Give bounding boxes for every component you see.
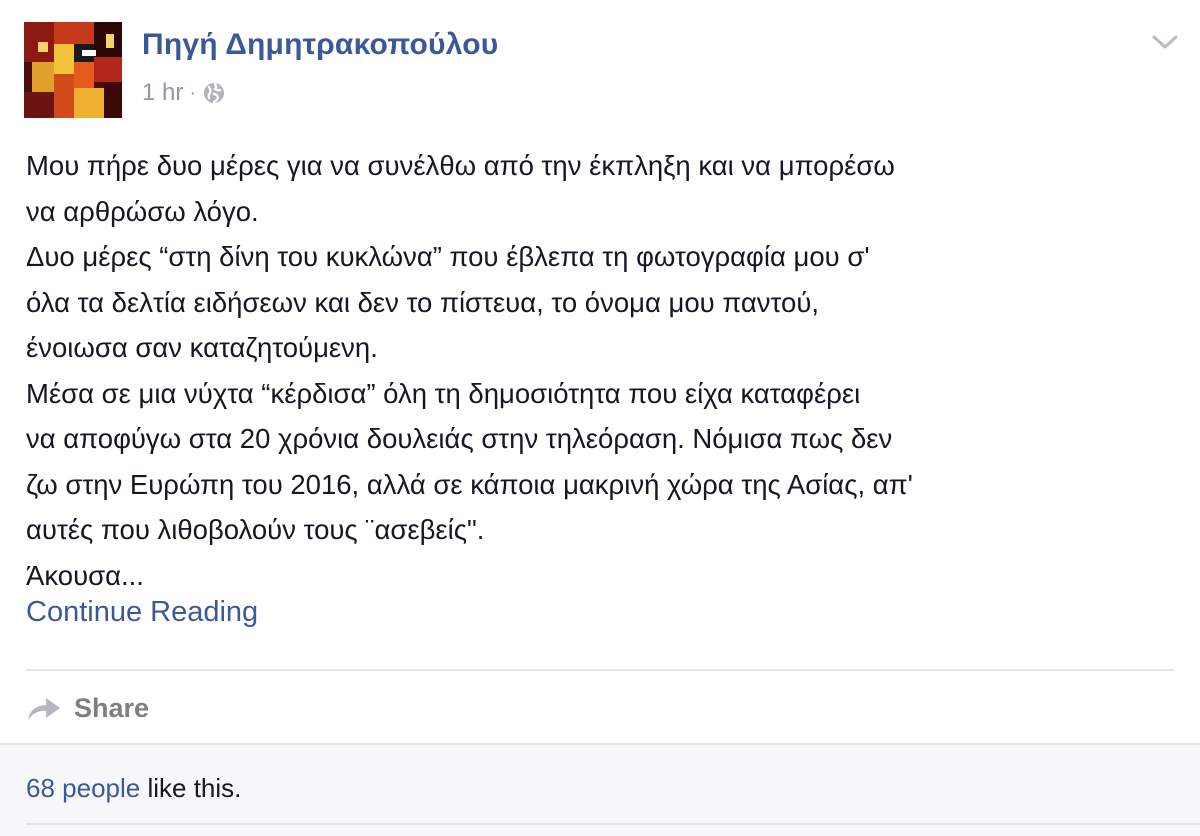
post-text-line: Μου πήρε δυο μέρες για να συνέλθω από τη… bbox=[26, 150, 895, 181]
continue-reading-link[interactable]: Continue Reading bbox=[26, 596, 258, 629]
post-meta: 1 hr · bbox=[142, 78, 226, 108]
profile-avatar[interactable] bbox=[24, 22, 122, 118]
post-text-line: Μέσα σε μια νύχτα “κέρδισα” όλη τη δημοσ… bbox=[26, 377, 861, 409]
post-text-line: αυτές που λιθοβολούν τους ¨ασεβείς". bbox=[26, 514, 485, 545]
likes-summary: 68 people like this. bbox=[26, 773, 241, 804]
meta-separator: · bbox=[189, 81, 197, 104]
action-divider bbox=[26, 669, 1174, 671]
post-text-line: Δυο μέρες “στη δίνη του κυκλώνα” που έβλ… bbox=[26, 241, 870, 272]
post-text-line: ένοιωσα σαν καταζητούμενη. bbox=[26, 332, 378, 363]
share-button[interactable]: Share bbox=[26, 690, 149, 726]
share-arrow-icon bbox=[28, 698, 60, 720]
chevron-down-icon[interactable] bbox=[1148, 30, 1182, 54]
likes-people-link[interactable]: 68 people bbox=[26, 773, 140, 803]
author-name[interactable]: Πηγή Δημητρακοπούλου bbox=[142, 28, 498, 62]
post-text-line: να αρθρώσω λόγο. bbox=[26, 195, 259, 227]
likes-divider bbox=[26, 823, 1200, 825]
post-timestamp[interactable]: 1 hr bbox=[142, 79, 183, 107]
likes-section: 68 people like this. bbox=[0, 743, 1200, 836]
globe-icon[interactable] bbox=[202, 81, 226, 105]
post-text-line: Άκουσα... bbox=[26, 559, 144, 591]
post-body: Μου πήρε δυο μέρες για να συνέλθω από τη… bbox=[26, 143, 1176, 598]
likes-suffix: like this. bbox=[140, 773, 242, 803]
post-text-line: να αποφύγω στα 20 χρόνια δουλειάς στην τ… bbox=[26, 423, 893, 454]
share-label: Share bbox=[74, 692, 150, 723]
facebook-post: Πηγή Δημητρακοπούλου 1 hr · Μου πήρε δυο… bbox=[0, 0, 1200, 836]
post-text-line: όλα τα δελτία ειδήσεων και δεν το πίστευ… bbox=[26, 286, 820, 318]
avatar-image bbox=[24, 22, 122, 118]
post-text-line: ζω στην Ευρώπη του 2016, αλλά σε κάποια … bbox=[26, 468, 913, 500]
